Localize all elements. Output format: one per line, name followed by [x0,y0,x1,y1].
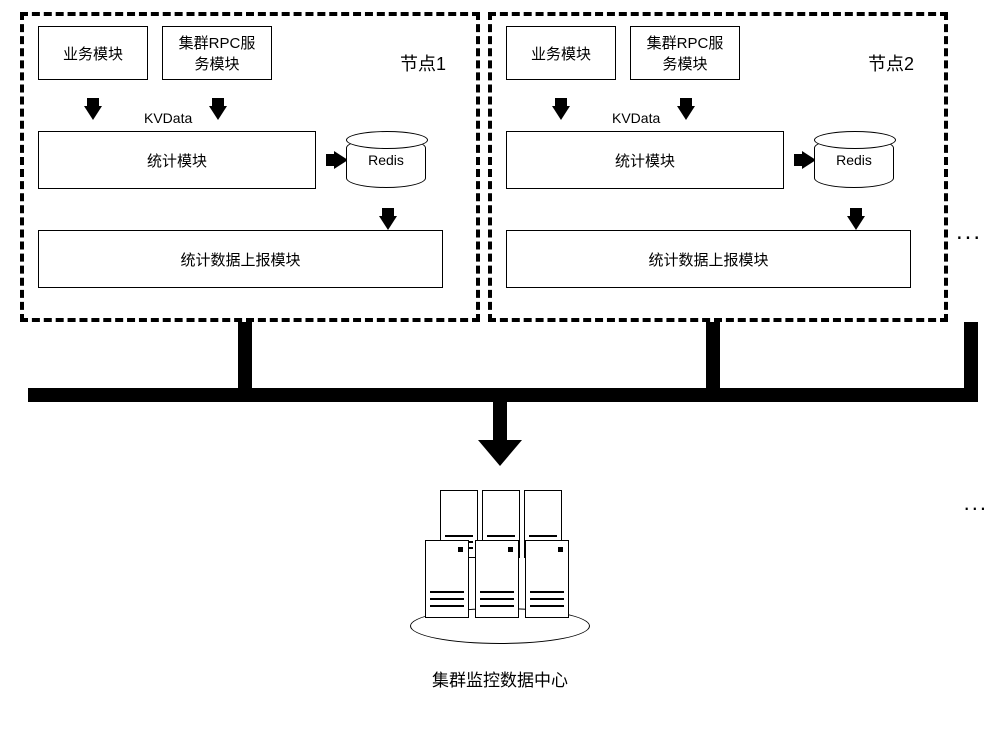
biz-module-label: 业务模块 [531,43,591,64]
report-module-label: 统计数据上报模块 [180,249,300,270]
nodes-row: 节点1 业务模块 集群RPC服 务模块 KVData 统计模块 Redis 统计… [0,0,1000,322]
arrowhead-down-icon [478,440,522,466]
node-1: 节点1 业务模块 集群RPC服 务模块 KVData 统计模块 Redis 统计… [20,12,480,322]
biz-module-box: 业务模块 [38,26,148,80]
biz-module-label: 业务模块 [63,43,123,64]
node-2-stats-row: 统计模块 Redis [506,130,926,190]
report-module-box: 统计数据上报模块 [38,230,443,288]
rpc-module-label: 集群RPC服 务模块 [179,32,256,74]
bus-line [493,400,507,444]
redis-cylinder: Redis [346,130,426,190]
servers-front-row [425,540,569,618]
stats-module-box: 统计模块 [38,131,316,189]
node-1-top-modules: 业务模块 集群RPC服 务模块 [38,26,458,80]
server-icon [525,540,569,618]
node-2-top-modules: 业务模块 集群RPC服 务模块 [506,26,926,80]
kvdata-label: KVData [144,110,192,126]
redis-label: Redis [814,152,894,168]
arrow-down-icon [677,106,695,120]
node-2: 节点2 业务模块 集群RPC服 务模块 KVData 统计模块 Redis 统计… [488,12,948,322]
arrow-down-icon [847,216,865,230]
node-1-stats-row: 统计模块 Redis [38,130,458,190]
redis-label: Redis [346,152,426,168]
rpc-module-label: 集群RPC服 务模块 [647,32,724,74]
node-1-title: 节点1 [400,50,446,76]
ellipsis-icon: ... [964,490,988,516]
rpc-module-box: 集群RPC服 务模块 [162,26,272,80]
biz-module-box: 业务模块 [506,26,616,80]
bus-line [28,388,42,402]
arrow-down-icon [552,106,570,120]
report-module-label: 统计数据上报模块 [648,249,768,270]
server-icon [425,540,469,618]
node-2-title: 节点2 [868,50,914,76]
arrow-down-icon [209,106,227,120]
stats-module-box: 统计模块 [506,131,784,189]
stats-module-label: 统计模块 [615,150,675,171]
rpc-module-box: 集群RPC服 务模块 [630,26,740,80]
kvdata-label: KVData [612,110,660,126]
server-icon [475,540,519,618]
ellipsis-icon: ... [956,218,982,246]
arrow-down-icon [379,216,397,230]
report-module-box: 统计数据上报模块 [506,230,911,288]
redis-cylinder: Redis [814,130,894,190]
datacenter-label: 集群监控数据中心 [410,666,590,691]
arrow-down-icon [84,106,102,120]
stats-module-label: 统计模块 [147,150,207,171]
